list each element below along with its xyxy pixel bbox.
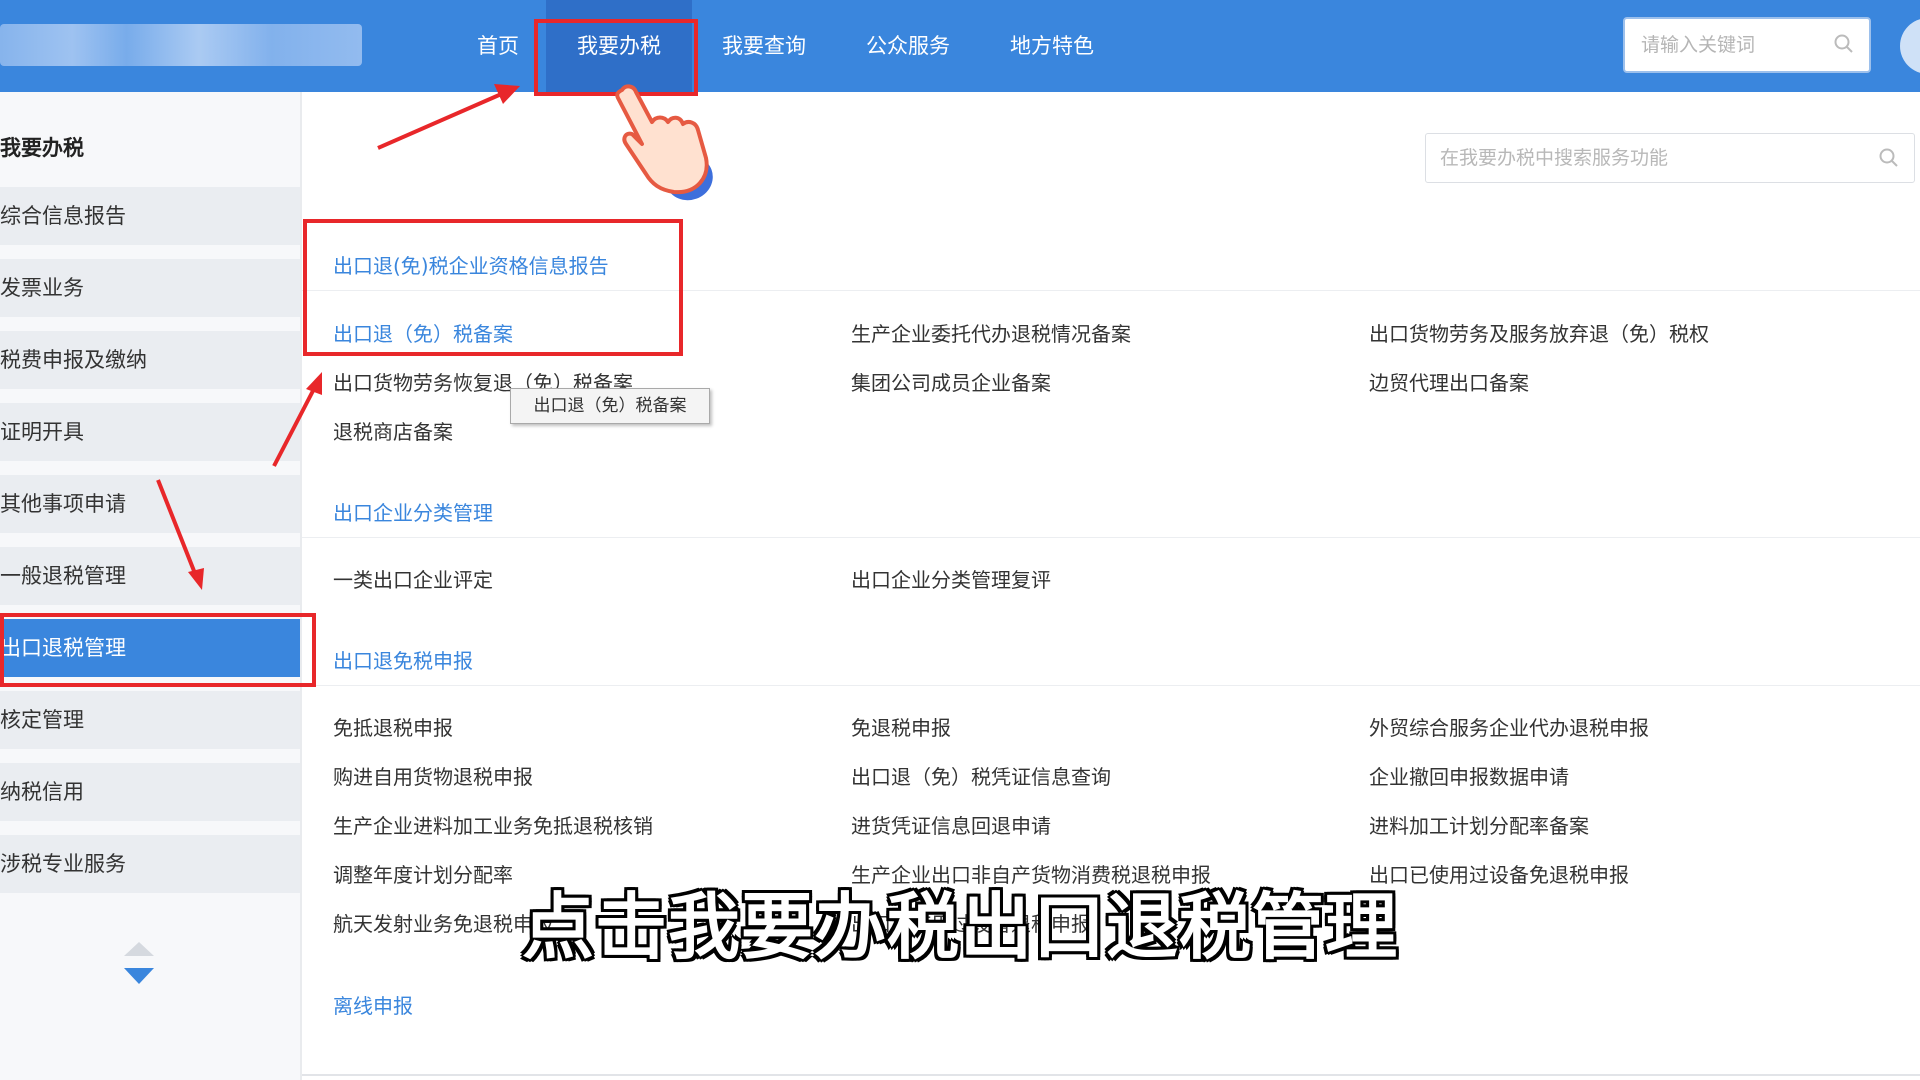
video-caption: 点击我要办税出口退税管理 bbox=[521, 885, 1398, 969]
hand-pointer-icon bbox=[615, 84, 713, 201]
